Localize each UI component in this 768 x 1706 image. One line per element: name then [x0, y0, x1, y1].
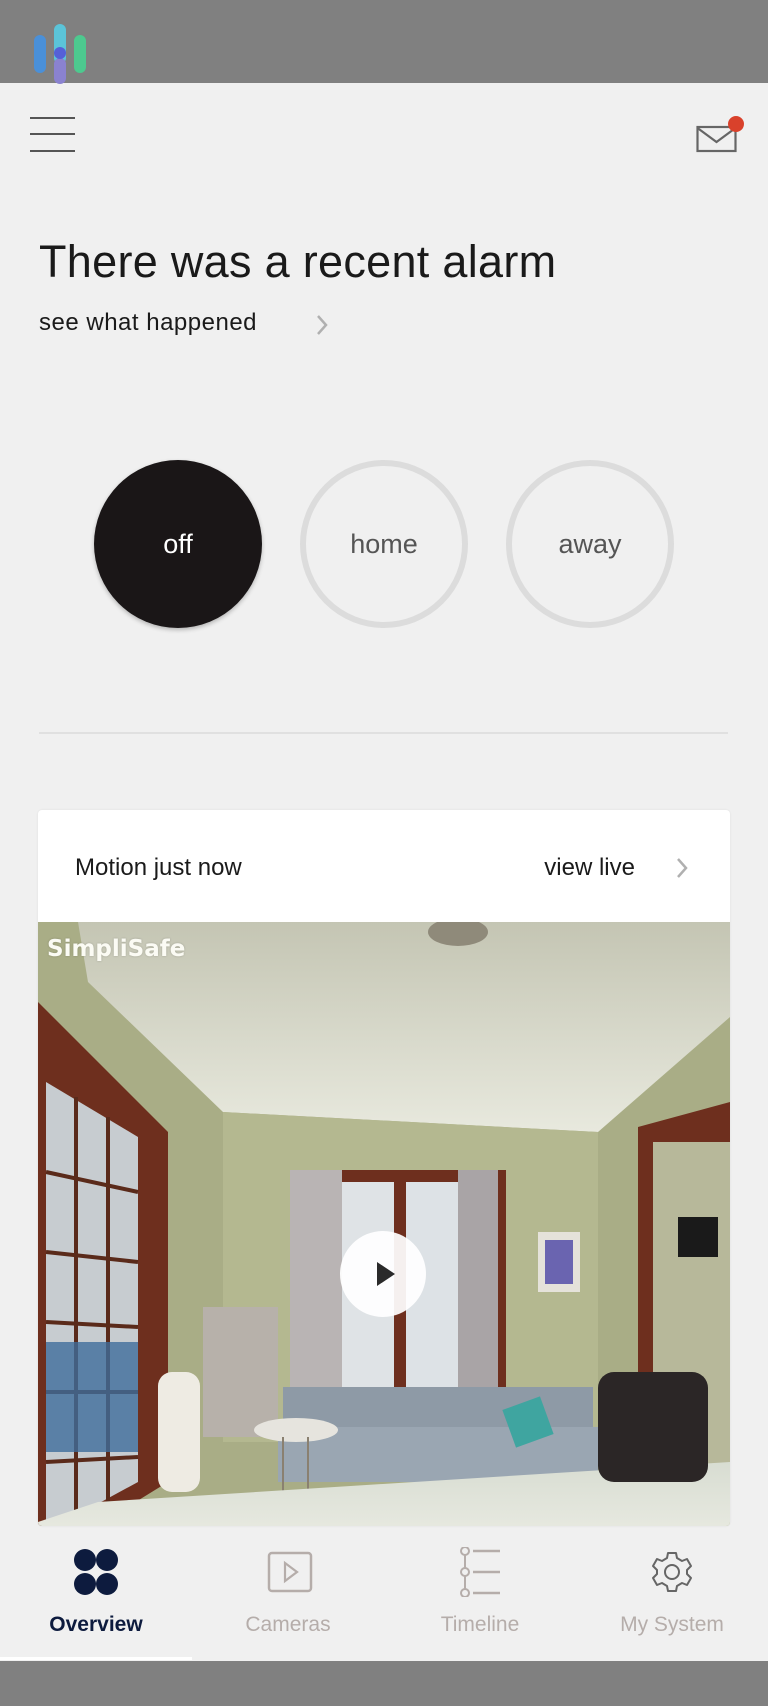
mode-away-label: away — [558, 528, 622, 559]
mode-home-label: home — [350, 528, 418, 559]
tab-cameras[interactable]: Cameras — [192, 1535, 384, 1655]
camera-card: Motion just now view live SimpliSafe — [38, 810, 730, 1526]
view-live-link[interactable]: view live — [544, 854, 635, 882]
play-icon — [377, 1262, 395, 1286]
active-tab-indicator — [0, 1657, 192, 1660]
status-bar — [0, 0, 768, 84]
messages-button[interactable] — [690, 110, 750, 160]
overview-grid-icon — [74, 1549, 118, 1595]
play-button[interactable] — [340, 1231, 426, 1317]
simplisafe-watermark: SimpliSafe — [47, 936, 186, 962]
room-scene-image — [38, 922, 730, 1526]
tab-overview[interactable]: Overview — [0, 1535, 192, 1655]
mode-off-button[interactable]: off — [94, 460, 262, 628]
camera-card-header[interactable]: Motion just now view live — [38, 810, 730, 922]
camera-play-icon — [267, 1551, 313, 1593]
section-divider — [39, 732, 728, 734]
app-logo-icon — [34, 24, 86, 84]
tab-cameras-label: Cameras — [245, 1613, 331, 1636]
mode-away-button[interactable]: away — [506, 460, 674, 628]
chevron-right-icon — [317, 315, 328, 335]
system-navigation-bar — [0, 1661, 768, 1706]
tab-timeline[interactable]: Timeline — [384, 1535, 576, 1655]
motion-event-label: Motion just now — [75, 854, 242, 881]
gear-icon — [652, 1552, 692, 1592]
see-what-happened-label: see what happened — [39, 309, 258, 336]
unread-badge — [728, 116, 744, 132]
menu-button[interactable] — [22, 105, 84, 160]
chevron-right-icon — [677, 858, 688, 878]
tab-my-system-label: My System — [620, 1613, 724, 1636]
tab-overview-label: Overview — [49, 1613, 143, 1636]
see-what-happened-link[interactable]: see what happened — [39, 305, 339, 341]
mode-home-button[interactable]: home — [300, 460, 468, 628]
timeline-list-icon — [460, 1547, 500, 1597]
camera-feed-thumbnail[interactable]: SimpliSafe — [38, 922, 730, 1526]
tab-my-system[interactable]: My System — [576, 1535, 768, 1655]
mode-off-label: off — [163, 528, 193, 559]
alert-title: There was a recent alarm — [39, 236, 557, 287]
tab-timeline-label: Timeline — [440, 1613, 520, 1636]
